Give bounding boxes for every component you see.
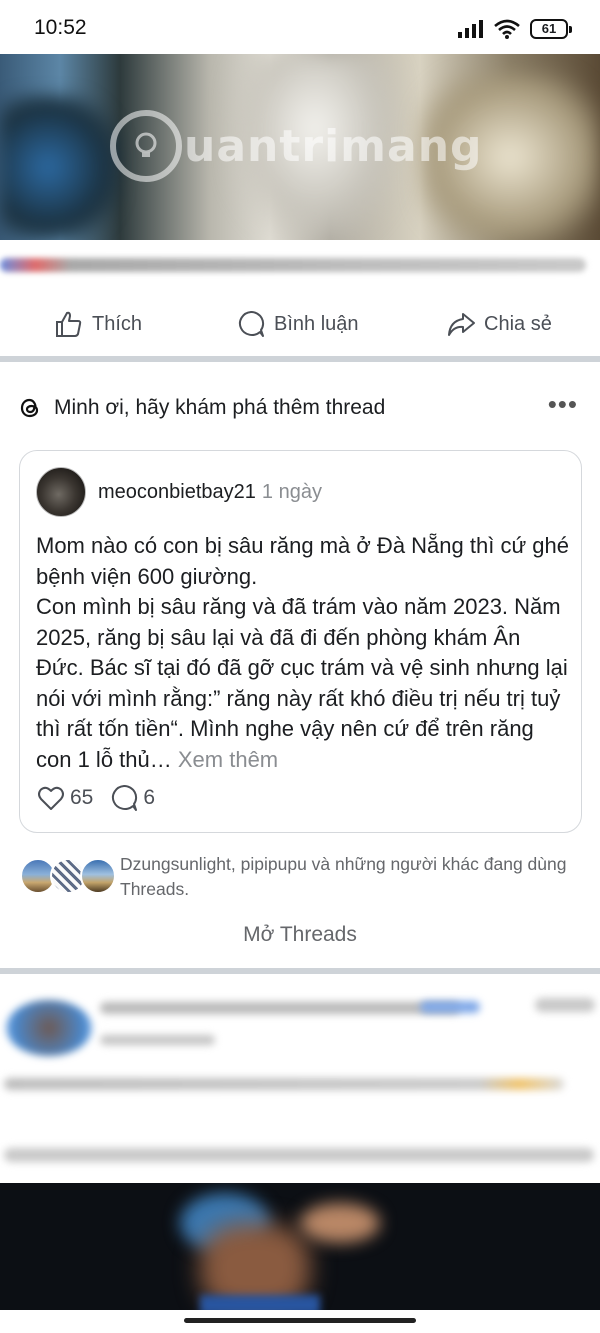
thumbs-up-icon [56, 311, 82, 337]
battery-indicator: 61 [530, 19, 572, 39]
blurred-text-line [4, 1078, 564, 1090]
lightbulb-icon [110, 110, 182, 182]
comment-label: Bình luận [274, 312, 359, 335]
watermark-text: uantrimang [184, 120, 483, 172]
status-icons: 61 [458, 18, 572, 40]
thread-body: Mom nào có con bị sâu răng mà ở Đà Nẵng … [36, 533, 569, 772]
post-image[interactable]: uantrimang [0, 54, 600, 240]
avatar [80, 858, 116, 894]
comment-bubble-icon [112, 784, 138, 811]
social-proof: Dzungsunlight, pipipupu và những người k… [20, 852, 590, 908]
blurred-author [100, 1002, 460, 1014]
like-count: 65 [70, 786, 94, 809]
share-label: Chia sẻ [484, 312, 552, 335]
wifi-icon [494, 19, 520, 39]
like-stat[interactable]: 65 [36, 783, 93, 813]
see-more-link[interactable]: Xem thêm [178, 747, 278, 772]
blurred-avatar [6, 1000, 92, 1056]
comment-button[interactable]: Bình luận [236, 309, 359, 339]
threads-logo-icon [20, 398, 39, 418]
blurred-text-line [4, 1148, 594, 1162]
watermark: uantrimang [110, 110, 483, 182]
comment-stat[interactable]: 6 [109, 783, 155, 813]
blurred-close [535, 998, 595, 1012]
status-bar: 10:52 61 [0, 0, 600, 54]
blurred-meta [420, 1001, 480, 1013]
signal-icon [458, 20, 483, 38]
threads-header-title: Minh ơi, hãy khám phá thêm thread [54, 396, 386, 419]
post-action-bar: Thích Bình luận Chia sẻ [0, 296, 600, 352]
comment-bubble-icon [238, 310, 265, 337]
thread-card[interactable]: meoconbietbay21 1 ngày Mom nào có con bị… [19, 450, 582, 833]
heart-icon [38, 786, 64, 810]
friend-avatars [20, 858, 116, 898]
section-divider [0, 968, 600, 974]
blurred-post-image[interactable] [0, 1183, 600, 1310]
post-time: 1 ngày [261, 480, 322, 503]
home-indicator[interactable] [184, 1318, 416, 1323]
threads-header: Minh ơi, hãy khám phá thêm thread ••• [18, 390, 588, 426]
blurred-caption [0, 258, 586, 272]
username[interactable]: meoconbietbay21 [98, 481, 256, 504]
share-arrow-icon [448, 313, 475, 336]
avatar[interactable] [36, 467, 86, 517]
thread-stats: 65 6 [36, 783, 171, 813]
comment-count: 6 [143, 786, 156, 809]
like-button[interactable]: Thích [54, 309, 142, 339]
like-label: Thích [92, 312, 143, 335]
open-threads-button[interactable]: Mở Threads [0, 923, 600, 947]
blurred-meta [100, 1035, 215, 1045]
thread-author[interactable]: meoconbietbay21 1 ngày [36, 467, 322, 517]
share-button[interactable]: Chia sẻ [446, 309, 552, 339]
thread-text: Mom nào có con bị sâu răng mà ở Đà Nẵng … [36, 531, 571, 775]
social-proof-text: Dzungsunlight, pipipupu và những người k… [120, 854, 567, 899]
section-divider [0, 356, 600, 362]
more-options-icon[interactable]: ••• [548, 391, 578, 417]
status-time: 10:52 [34, 16, 87, 39]
